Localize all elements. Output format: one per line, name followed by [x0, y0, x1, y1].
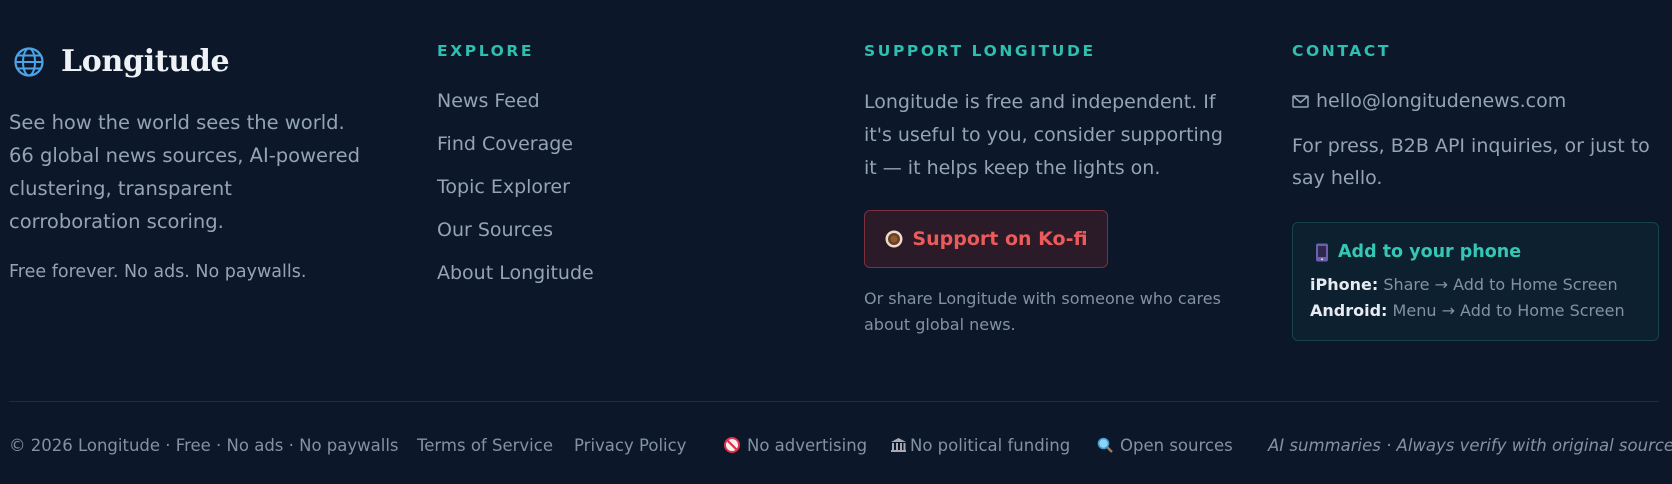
- ai-disclaimer: AI summaries · Always verify with origin…: [1268, 436, 1672, 455]
- nav-link-find-coverage[interactable]: Find Coverage: [437, 133, 573, 155]
- copyright-text: © 2026 Longitude · Free · No ads · No pa…: [9, 436, 399, 455]
- android-text: Menu → Add to Home Screen: [1392, 301, 1625, 320]
- classical-building-icon: [891, 438, 906, 452]
- magnifying-glass-icon: [1097, 437, 1113, 453]
- prohibited-icon: [724, 437, 740, 453]
- add-to-phone-card: Add to your phone iPhone: Share → Add to…: [1292, 222, 1659, 341]
- brand-description: See how the world sees the world. 66 glo…: [9, 111, 360, 233]
- nav-link-about-longitude[interactable]: About Longitude: [437, 262, 594, 284]
- android-instruction: Android: Menu → Add to Home Screen: [1310, 301, 1625, 320]
- mobile-phone-icon: [1316, 243, 1328, 261]
- no-political-funding-badge: No political funding: [890, 436, 1070, 455]
- support-heading: SUPPORT LONGITUDE: [864, 42, 1096, 60]
- contact-press-text: For press, B2B API inquiries, or just to…: [1292, 135, 1650, 189]
- brand-name: Longitude: [61, 44, 230, 79]
- terms-of-service-link[interactable]: Terms of Service: [417, 436, 553, 455]
- nav-link-news-feed[interactable]: News Feed: [437, 90, 540, 112]
- nav-link-our-sources[interactable]: Our Sources: [437, 219, 553, 241]
- support-text: Longitude is free and independent. If it…: [864, 91, 1223, 179]
- nav-link-topic-explorer[interactable]: Topic Explorer: [437, 176, 570, 198]
- add-to-phone-title: Add to your phone: [1338, 242, 1522, 262]
- explore-heading: EXPLORE: [437, 42, 535, 60]
- iphone-instruction: iPhone: Share → Add to Home Screen: [1310, 275, 1618, 294]
- support-kofi-button[interactable]: Support on Ko-fi: [864, 210, 1108, 268]
- no-political-funding-label: No political funding: [910, 436, 1071, 455]
- brand-logo[interactable]: Longitude: [13, 44, 230, 79]
- no-advertising-label: No advertising: [747, 436, 868, 455]
- brand-tagline: Free forever. No ads. No paywalls.: [9, 262, 307, 282]
- open-sources-label: Open sources: [1120, 436, 1233, 455]
- contact-email-row[interactable]: hello@longitudenews.com: [1292, 90, 1566, 112]
- globe-icon: [14, 46, 44, 77]
- add-to-phone-title-row: Add to your phone: [1315, 242, 1521, 262]
- iphone-text: Share → Add to Home Screen: [1383, 275, 1618, 294]
- share-text: Or share Longitude with someone who care…: [864, 289, 1221, 334]
- contact-email-link[interactable]: hello@longitudenews.com: [1316, 90, 1566, 112]
- coffee-cup-icon: [885, 230, 903, 248]
- privacy-policy-link[interactable]: Privacy Policy: [574, 436, 686, 455]
- footer-divider: [9, 401, 1659, 402]
- open-sources-badge: Open sources: [1097, 436, 1233, 455]
- android-label: Android:: [1310, 301, 1388, 320]
- no-advertising-badge: No advertising: [724, 436, 867, 455]
- iphone-label: iPhone:: [1310, 275, 1379, 294]
- support-kofi-label: Support on Ko-fi: [912, 228, 1088, 250]
- contact-heading: CONTACT: [1292, 42, 1392, 60]
- mail-icon: [1292, 94, 1309, 108]
